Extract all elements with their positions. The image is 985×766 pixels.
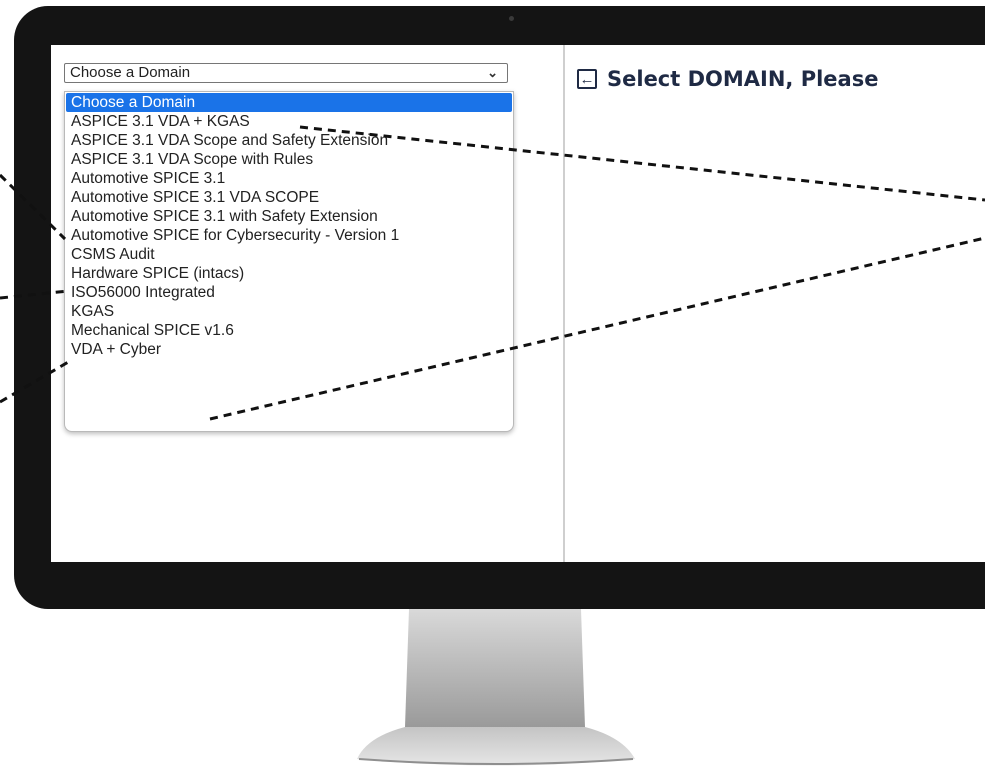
dropdown-option[interactable]: CSMS Audit — [66, 245, 512, 264]
right-pane: ← Select DOMAIN, Please — [565, 45, 985, 562]
dropdown-option[interactable]: KGAS — [66, 302, 512, 321]
arrow-left-icon[interactable]: ← — [577, 69, 597, 89]
dropdown-option[interactable]: Automotive SPICE 3.1 — [66, 169, 512, 188]
domain-dropdown-list[interactable]: Choose a Domain ASPICE 3.1 VDA + KGAS ASPI… — [64, 91, 514, 432]
camera-icon — [509, 16, 514, 21]
page-title: Select DOMAIN, Please — [607, 67, 879, 91]
dropdown-option[interactable]: VDA + Cyber — [66, 340, 512, 359]
title-row: ← Select DOMAIN, Please — [577, 67, 878, 91]
dropdown-option[interactable]: ASPICE 3.1 VDA Scope and Safety Extensio… — [66, 131, 512, 150]
dropdown-option[interactable]: Automotive SPICE for Cybersecurity - Ver… — [66, 226, 512, 245]
dropdown-option[interactable]: ASPICE 3.1 VDA + KGAS — [66, 112, 512, 131]
chevron-down-icon[interactable]: ⌄ — [487, 64, 498, 82]
monitor-stand — [357, 609, 635, 766]
dropdown-option[interactable]: Automotive SPICE 3.1 VDA SCOPE — [66, 188, 512, 207]
domain-select[interactable]: Choose a Domain ⌄ — [64, 63, 508, 83]
screen: Choose a Domain ⌄ Choose a Domain ASPICE … — [51, 45, 985, 562]
dropdown-option[interactable]: Hardware SPICE (intacs) — [66, 264, 512, 283]
dropdown-option[interactable]: ASPICE 3.1 VDA Scope with Rules — [66, 150, 512, 169]
dropdown-option[interactable]: Automotive SPICE 3.1 with Safety Extensi… — [66, 207, 512, 226]
dropdown-option[interactable]: ISO56000 Integrated — [66, 283, 512, 302]
dropdown-option[interactable]: Mechanical SPICE v1.6 — [66, 321, 512, 340]
dropdown-option[interactable]: Choose a Domain — [66, 93, 512, 112]
left-pane: Choose a Domain ⌄ Choose a Domain ASPICE … — [51, 45, 563, 562]
domain-select-value: Choose a Domain — [70, 64, 191, 81]
